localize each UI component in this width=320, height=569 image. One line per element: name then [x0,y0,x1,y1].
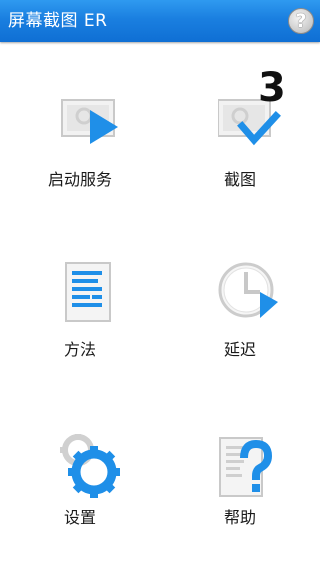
play-screen-icon [61,99,118,144]
method-button[interactable]: 方法 [10,262,150,372]
help-icon: ? [295,10,307,32]
start-service-button[interactable]: 启动服务 [10,98,150,208]
start-service-label: 启动服务 [47,170,112,189]
settings-button[interactable]: 设置 [10,434,150,544]
capture-button[interactable]: 截图 [170,98,310,208]
method-label: 方法 [63,340,96,359]
app-window: 屏幕截图 ER ? 启动服务 截图 方法 延迟 设置 帮助 3 [0,0,320,569]
delay-label: 延迟 [223,340,256,359]
help-button[interactable]: ? [288,8,314,34]
help-menu-label: 帮助 [223,508,256,527]
title-bar: 屏幕截图 ER ? [0,0,320,42]
capture-count-badge: 3 [258,65,286,111]
settings-label: 设置 [63,508,96,527]
help-document-icon [219,437,273,497]
document-icon [65,262,111,322]
gear-icon [60,434,120,498]
delay-button[interactable]: 延迟 [170,262,310,372]
main-menu-grid: 启动服务 截图 方法 延迟 设置 帮助 [0,42,320,569]
app-title: 屏幕截图 ER [8,11,108,31]
capture-label: 截图 [223,170,256,189]
help-menu-button[interactable]: 帮助 [170,434,310,544]
clock-icon [218,262,278,318]
